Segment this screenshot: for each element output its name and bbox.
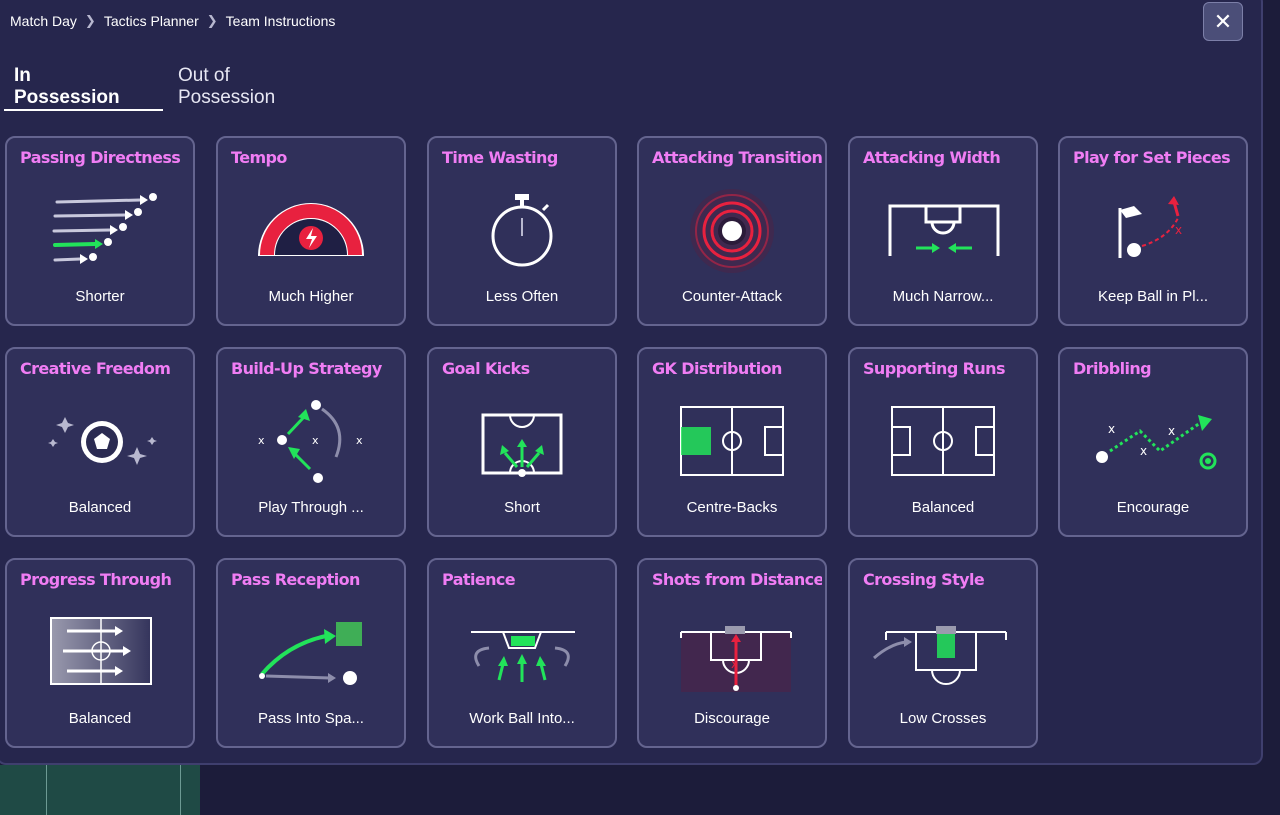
card-value: Short	[504, 499, 540, 516]
card-tempo[interactable]: Tempo Much Higher	[216, 136, 406, 326]
patience-box-icon	[471, 631, 575, 682]
chevron-right-icon: ❯	[84, 13, 96, 28]
card-time-wasting[interactable]: Time Wasting Less Often	[427, 136, 617, 326]
card-title: Attacking Transition	[652, 148, 822, 167]
card-title: Build-Up Strategy	[231, 359, 382, 378]
card-value: Less Often	[485, 288, 559, 305]
tab-in-possession[interactable]: In Possession	[14, 64, 120, 110]
card-attacking-transition[interactable]: Attacking Transition Counter-Attack	[637, 136, 827, 326]
svg-text:x: x	[731, 657, 738, 671]
pitch-strip	[0, 765, 200, 815]
card-title: Progress Through	[20, 570, 172, 589]
breadcrumb-tactics-planner[interactable]: Tactics Planner	[104, 13, 199, 29]
goal-kick-box-icon	[481, 413, 563, 477]
card-play-for-set-pieces[interactable]: Play for Set Pieces x Keep Ball in Pl...	[1058, 136, 1248, 326]
card-title: Tempo	[231, 148, 287, 167]
progress-pitch-icon	[50, 617, 152, 685]
card-pass-reception[interactable]: Pass Reception Pass Into Spa...	[216, 558, 406, 748]
card-title: Play for Set Pieces	[1073, 148, 1231, 167]
svg-text:x: x	[312, 434, 319, 447]
card-title: Crossing Style	[863, 570, 985, 589]
card-value: Encourage	[1116, 499, 1190, 516]
active-tab-underline	[4, 109, 163, 111]
dribble-path-icon: x x x	[1096, 415, 1217, 470]
svg-text:x: x	[258, 434, 265, 447]
card-value: Counter-Attack	[681, 288, 783, 305]
svg-text:x: x	[1108, 422, 1115, 436]
svg-text:x: x	[1140, 444, 1147, 458]
card-passing-directness[interactable]: Passing Directness Shorter	[5, 136, 195, 326]
card-title: Creative Freedom	[20, 359, 171, 378]
pitch-line	[180, 765, 181, 815]
card-title: Time Wasting	[442, 148, 558, 167]
card-value: Much Narrow...	[892, 288, 994, 305]
card-title: Pass Reception	[231, 570, 360, 589]
corner-flag-icon: x	[1118, 196, 1182, 258]
pitch-line	[46, 765, 47, 815]
svg-text:x: x	[1175, 223, 1182, 237]
card-title: Dribbling	[1073, 359, 1152, 378]
tempo-gauge-icon	[258, 203, 364, 256]
chevron-right-icon: ❯	[206, 13, 218, 28]
card-value: Much Higher	[268, 288, 354, 305]
card-title: Passing Directness	[20, 148, 181, 167]
card-title: Shots from Distance	[652, 570, 822, 589]
card-value: Pass Into Spa...	[258, 710, 364, 727]
breadcrumb: Match Day ❯ Tactics Planner ❯ Team Instr…	[10, 12, 335, 30]
card-title: GK Distribution	[652, 359, 782, 378]
card-progress-through[interactable]: Progress Through Balanced	[5, 558, 195, 748]
pitch-icon	[891, 406, 995, 476]
card-value: Balanced	[911, 499, 975, 516]
card-value: Shorter	[75, 288, 125, 305]
card-title: Attacking Width	[863, 148, 1001, 167]
card-value: Low Crosses	[899, 710, 987, 727]
card-goal-kicks[interactable]: Goal Kicks Short	[427, 347, 617, 537]
crossing-box-icon	[873, 626, 1007, 685]
card-supporting-runs[interactable]: Supporting Runs Balanced	[848, 347, 1038, 537]
card-value: Balanced	[68, 499, 132, 516]
passing-arrows-icon	[52, 193, 157, 264]
card-attacking-width[interactable]: Attacking Width Much Narrow...	[848, 136, 1038, 326]
sparkle-ball-icon	[48, 417, 157, 465]
card-title: Patience	[442, 570, 516, 589]
card-value: Work Ball Into...	[469, 710, 575, 727]
gk-pitch-icon	[680, 406, 784, 476]
card-value: Discourage	[694, 710, 770, 727]
pass-into-space-icon	[259, 622, 362, 685]
svg-text:x: x	[1168, 424, 1175, 438]
target-rings-icon	[690, 189, 774, 273]
card-shots-from-distance[interactable]: Shots from Distance x Discourage	[637, 558, 827, 748]
build-up-arrows-icon: x x x	[258, 400, 363, 483]
card-title: Supporting Runs	[863, 359, 1005, 378]
card-creative-freedom[interactable]: Creative Freedom Balanced	[5, 347, 195, 537]
card-gk-distribution[interactable]: GK Distribution Centre-Backs	[637, 347, 827, 537]
card-dribbling[interactable]: Dribbling x x x Encourage	[1058, 347, 1248, 537]
card-value: Centre-Backs	[686, 499, 778, 516]
narrow-pitch-icon	[888, 204, 1000, 256]
card-value: Balanced	[68, 710, 132, 727]
card-patience[interactable]: Patience Work Ball Into...	[427, 558, 617, 748]
stopwatch-icon	[491, 194, 553, 267]
close-icon: ✕	[1213, 8, 1233, 34]
card-value: Keep Ball in Pl...	[1097, 288, 1209, 305]
svg-text:x: x	[356, 434, 363, 447]
card-crossing-style[interactable]: Crossing Style Low Crosses	[848, 558, 1038, 748]
card-title: Goal Kicks	[442, 359, 530, 378]
close-button[interactable]: ✕	[1203, 2, 1243, 41]
breadcrumb-team-instructions: Team Instructions	[225, 13, 336, 29]
card-value: Play Through ...	[258, 499, 364, 516]
breadcrumb-match-day[interactable]: Match Day	[10, 13, 77, 29]
tab-out-of-possession[interactable]: Out of Possession	[178, 64, 275, 110]
card-build-up-strategy[interactable]: Build-Up Strategy x x x Play Through ...	[216, 347, 406, 537]
penalty-box-icon: x	[680, 626, 792, 692]
